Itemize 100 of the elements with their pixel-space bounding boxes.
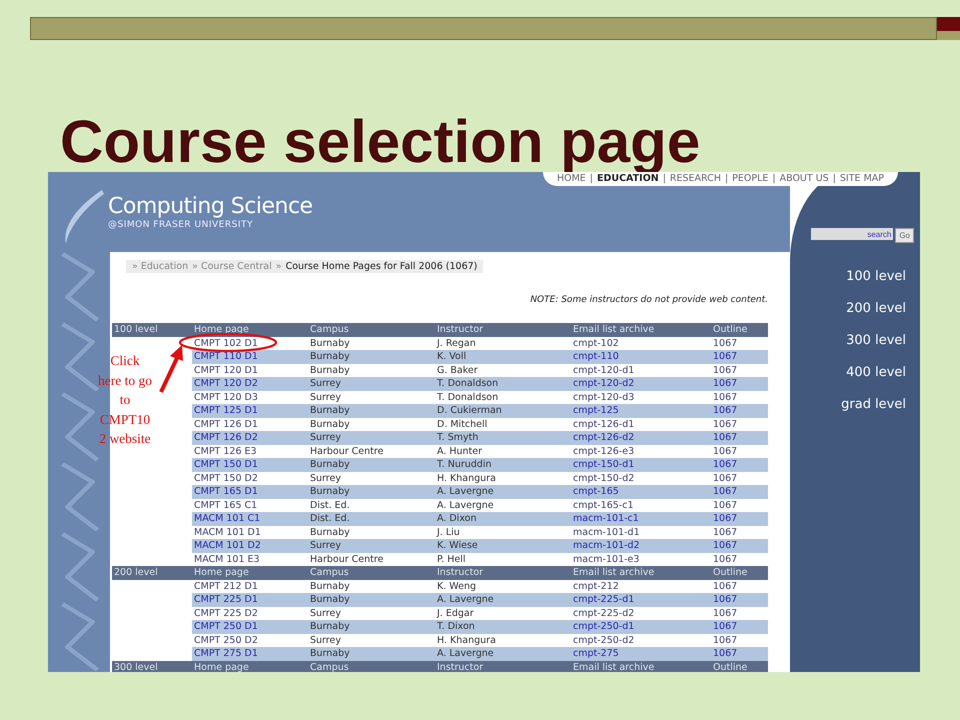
table-link[interactable]: macm-101-d2 xyxy=(571,539,711,552)
note-text: NOTE: Some instructors do not provide web content. xyxy=(530,295,768,305)
table-cell: A. Lavergne xyxy=(435,498,571,512)
slide-title: Course selection page xyxy=(60,112,700,172)
table-cell: K. Weng xyxy=(435,580,571,593)
nav-link[interactable]: HOME xyxy=(556,173,586,184)
table-link[interactable]: CMPT 126 D2 xyxy=(192,431,308,444)
table-link[interactable]: cmpt-110 xyxy=(571,350,711,364)
table-link[interactable]: CMPT 110 D1 xyxy=(192,350,308,364)
column-header: Campus xyxy=(308,566,435,580)
site-logo-title: Computing Science xyxy=(108,194,313,220)
current-page-label: Course Home Pages for Fall 2006 (1067) xyxy=(286,261,478,272)
table-link[interactable]: cmpt-120-d1 xyxy=(571,364,711,377)
table-link[interactable]: cmpt-225-d2 xyxy=(571,606,711,620)
table-cell: Surrey xyxy=(308,634,435,647)
table-link[interactable]: cmpt-150-d2 xyxy=(571,472,711,485)
table-cell: T. Smyth xyxy=(435,431,571,444)
table-link[interactable]: CMPT 165 D1 xyxy=(192,485,308,498)
table-link[interactable]: cmpt-250-d1 xyxy=(571,620,711,634)
table-link[interactable]: cmpt-250-d2 xyxy=(571,634,711,647)
table-cell: H. Khangura xyxy=(435,634,571,647)
column-header: Email list archive xyxy=(571,660,711,672)
table-cell: Burnaby xyxy=(308,336,435,350)
table-link[interactable]: cmpt-275 xyxy=(571,647,711,660)
sidebar-link[interactable]: 100 level xyxy=(846,261,906,293)
nav-link[interactable]: PEOPLE xyxy=(732,173,768,184)
table-link[interactable]: cmpt-165-c1 xyxy=(571,498,711,512)
nav-link[interactable]: SITE MAP xyxy=(840,173,884,184)
sidebar-link[interactable]: 200 level xyxy=(846,293,906,325)
table-link[interactable]: cmpt-150-d1 xyxy=(571,458,711,472)
level-header: 200 level xyxy=(112,566,192,580)
table-link[interactable]: CMPT 225 D1 xyxy=(192,593,308,606)
table-cell: J. Regan xyxy=(435,336,571,350)
table-cell: A. Lavergne xyxy=(435,485,571,498)
table-link[interactable]: 1067 xyxy=(711,458,768,472)
column-header: Outline xyxy=(711,566,768,580)
table-cell: A. Dixon xyxy=(435,512,571,526)
sidebar-link[interactable]: grad level xyxy=(841,389,906,421)
nav-separator: | xyxy=(832,173,836,184)
table-cell: Surrey xyxy=(308,472,435,485)
table-link[interactable]: CMPT 250 D1 xyxy=(192,620,308,634)
table-link[interactable]: 1067 xyxy=(711,593,768,606)
table-link[interactable]: cmpt-102 xyxy=(571,336,711,350)
annotation-text: Click xyxy=(110,352,140,370)
column-header: Email list archive xyxy=(571,323,711,336)
annotation-text: to xyxy=(120,391,130,409)
nav-link[interactable]: ABOUT US xyxy=(780,173,829,184)
table-cell: Burnaby xyxy=(308,364,435,377)
table-cell: Surrey xyxy=(308,431,435,444)
nav-link[interactable]: EDUCATION xyxy=(597,173,659,184)
column-header: Instructor xyxy=(435,566,571,580)
table-link[interactable]: CMPT 120 D2 xyxy=(192,377,308,390)
table-link[interactable]: cmpt-212 xyxy=(571,580,711,593)
nav-separator: | xyxy=(590,173,593,184)
sidebar-link[interactable]: 300 level xyxy=(846,325,906,357)
sidebar-link[interactable]: 400 level xyxy=(846,357,906,389)
table-link[interactable]: 1067 xyxy=(711,404,768,418)
table-link[interactable]: CMPT 125 D1 xyxy=(192,404,308,418)
table-link[interactable]: cmpt-125 xyxy=(571,404,711,418)
table-link[interactable]: cmpt-120-d2 xyxy=(571,377,711,390)
table-cell: A. Lavergne xyxy=(435,647,571,660)
table-link[interactable]: 1067 xyxy=(711,485,768,498)
table-cell: Burnaby xyxy=(308,418,435,431)
nav-link[interactable]: RESEARCH xyxy=(670,173,721,184)
nav-separator: | xyxy=(724,173,728,184)
table-link[interactable]: 1067 xyxy=(711,539,768,552)
table-cell: Burnaby xyxy=(308,458,435,472)
table-cell: Surrey xyxy=(308,539,435,552)
table-link[interactable]: 1067 xyxy=(711,431,768,444)
arrow-icon xyxy=(158,344,184,394)
table-link[interactable]: 1067 xyxy=(711,377,768,390)
column-header: Instructor xyxy=(435,323,571,336)
table-link[interactable]: CMPT 275 D1 xyxy=(192,647,308,660)
table-link[interactable]: MACM 101 C1 xyxy=(192,512,308,526)
table-link[interactable]: cmpt-165 xyxy=(571,485,711,498)
table-cell: J. Liu xyxy=(435,526,571,539)
table-link[interactable]: 1067 xyxy=(711,350,768,364)
table-link[interactable]: 1067 xyxy=(711,512,768,526)
table-cell: A. Lavergne xyxy=(435,593,571,606)
table-link[interactable]: 1067 xyxy=(711,620,768,634)
table-cell: H. Khangura xyxy=(435,472,571,485)
table-link[interactable]: MACM 101 D2 xyxy=(192,539,308,552)
go-button[interactable]: Go xyxy=(895,228,914,243)
table-link[interactable]: cmpt-126-e3 xyxy=(571,444,711,458)
table-cell: T. Nuruddin xyxy=(435,458,571,472)
table-cell: Burnaby xyxy=(308,647,435,660)
table-link[interactable]: cmpt-120-d3 xyxy=(571,390,711,404)
table-link[interactable]: macm-101-c1 xyxy=(571,512,711,526)
column-header: Home page xyxy=(192,323,308,336)
search-field[interactable]: search xyxy=(811,228,894,240)
table-link[interactable]: 1067 xyxy=(711,647,768,660)
column-header: Home page xyxy=(192,660,308,672)
table-cell: Burnaby xyxy=(308,404,435,418)
table-link[interactable]: cmpt-126-d1 xyxy=(571,418,711,431)
table-link[interactable]: CMPT 150 D1 xyxy=(192,458,308,472)
column-header: Campus xyxy=(308,660,435,672)
table-cell: Surrey xyxy=(308,606,435,620)
table-cell: Burnaby xyxy=(308,350,435,364)
table-link[interactable]: cmpt-225-d1 xyxy=(571,593,711,606)
table-link[interactable]: cmpt-126-d2 xyxy=(571,431,711,444)
